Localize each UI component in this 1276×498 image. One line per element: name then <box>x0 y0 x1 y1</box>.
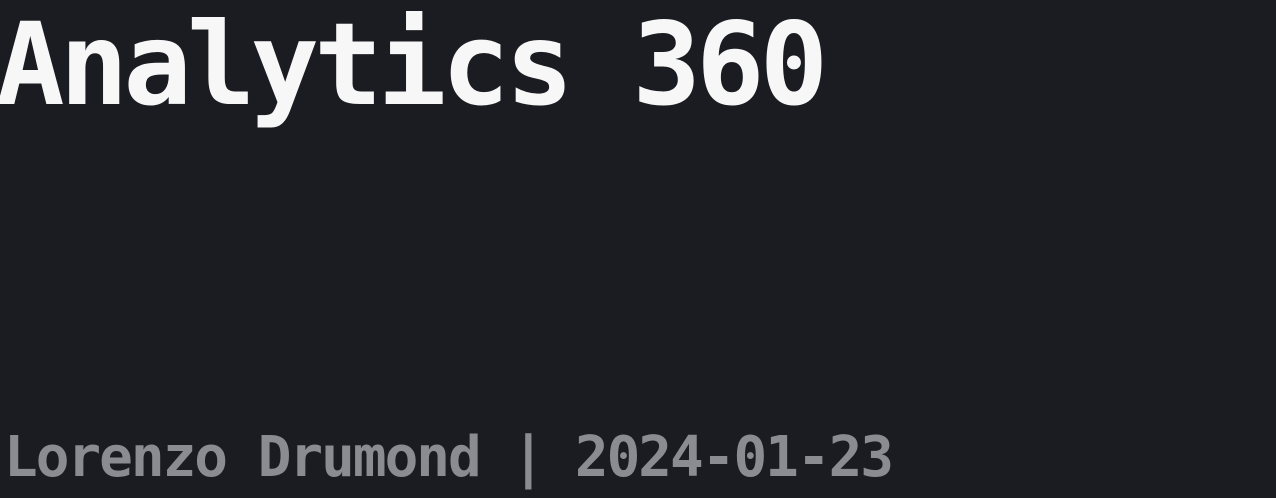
author-date-byline: Lorenzo Drumond | 2024-01-23 <box>4 425 894 490</box>
page-title: Analytics 360 <box>0 0 828 131</box>
